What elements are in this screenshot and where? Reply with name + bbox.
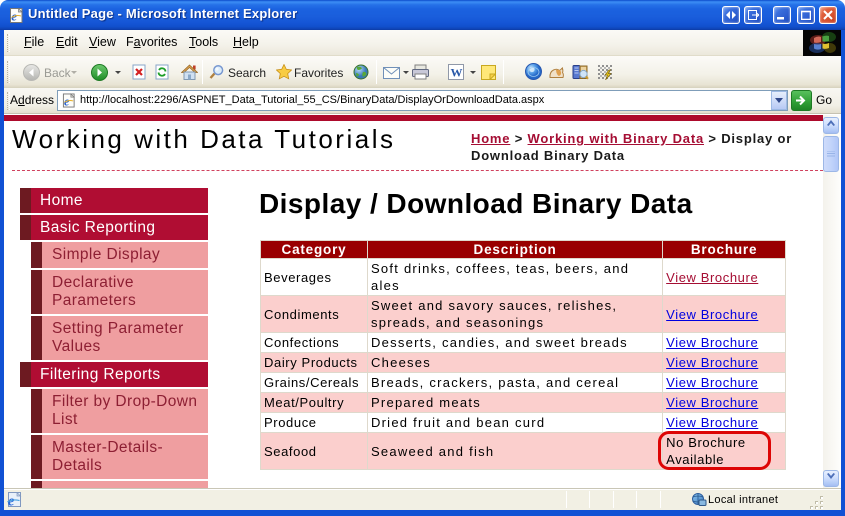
svg-text:W: W [451, 66, 463, 80]
